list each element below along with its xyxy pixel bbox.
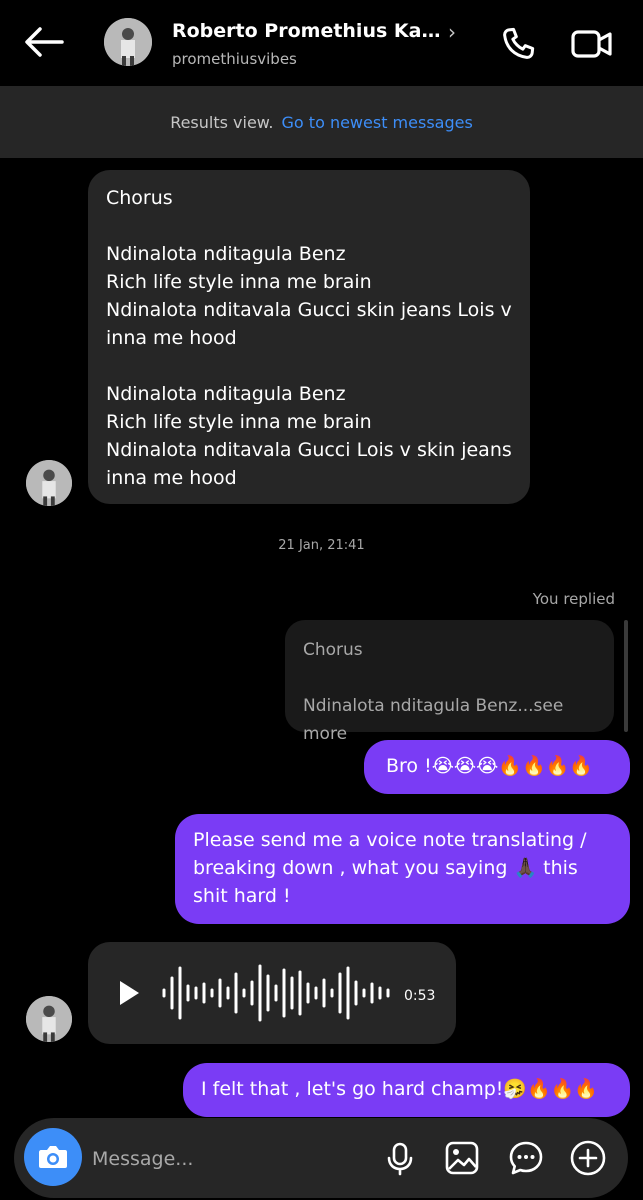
chevron-right-icon[interactable]: › [448,20,456,44]
plus-circle-icon[interactable] [568,1138,608,1178]
back-arrow-icon[interactable] [22,24,66,60]
phone-icon[interactable] [498,24,538,64]
message-composer [14,1118,628,1198]
results-view-label: Results view. [170,112,274,132]
go-to-newest-link[interactable]: Go to newest messages [282,113,473,132]
voice-duration: 0:53 [404,988,436,1004]
microphone-icon[interactable] [380,1138,420,1178]
outgoing-message-bro[interactable]: Bro !😭😭😭🔥🔥🔥🔥 [364,740,630,794]
chat-header: Roberto Promethius Kadzu… › promethiusvi… [0,0,643,86]
image-icon[interactable] [442,1138,482,1178]
contact-name[interactable]: Roberto Promethius Kadzu… [172,20,442,42]
camera-icon[interactable] [24,1128,82,1186]
message-timestamp: 21 Jan, 21:41 [278,538,365,553]
chat-bubble-icon[interactable] [506,1138,546,1178]
audio-waveform[interactable] [160,958,400,1028]
avatar[interactable] [104,18,152,66]
outgoing-message-felt[interactable]: I felt that , let's go hard champ!🤧🔥🔥🔥 [183,1063,630,1117]
you-replied-label: You replied [532,590,615,608]
video-camera-icon[interactable] [570,26,614,62]
reply-indicator-bar [624,620,628,732]
outgoing-message-request[interactable]: Please send me a voice note translating … [175,814,630,924]
sender-avatar[interactable] [26,460,72,506]
contact-username[interactable]: promethiusvibes [172,50,297,68]
incoming-message-chorus[interactable]: Chorus Ndinalota nditagula Benz Rich lif… [88,170,530,504]
play-icon[interactable] [116,978,142,1008]
message-input[interactable] [92,1144,372,1174]
sender-avatar[interactable] [26,996,72,1042]
results-view-bar: Results view. Go to newest messages [0,86,643,158]
reply-quote[interactable]: Chorus Ndinalota nditagula Benz...see mo… [285,620,614,744]
voice-message[interactable]: 0:53 [88,942,456,1044]
